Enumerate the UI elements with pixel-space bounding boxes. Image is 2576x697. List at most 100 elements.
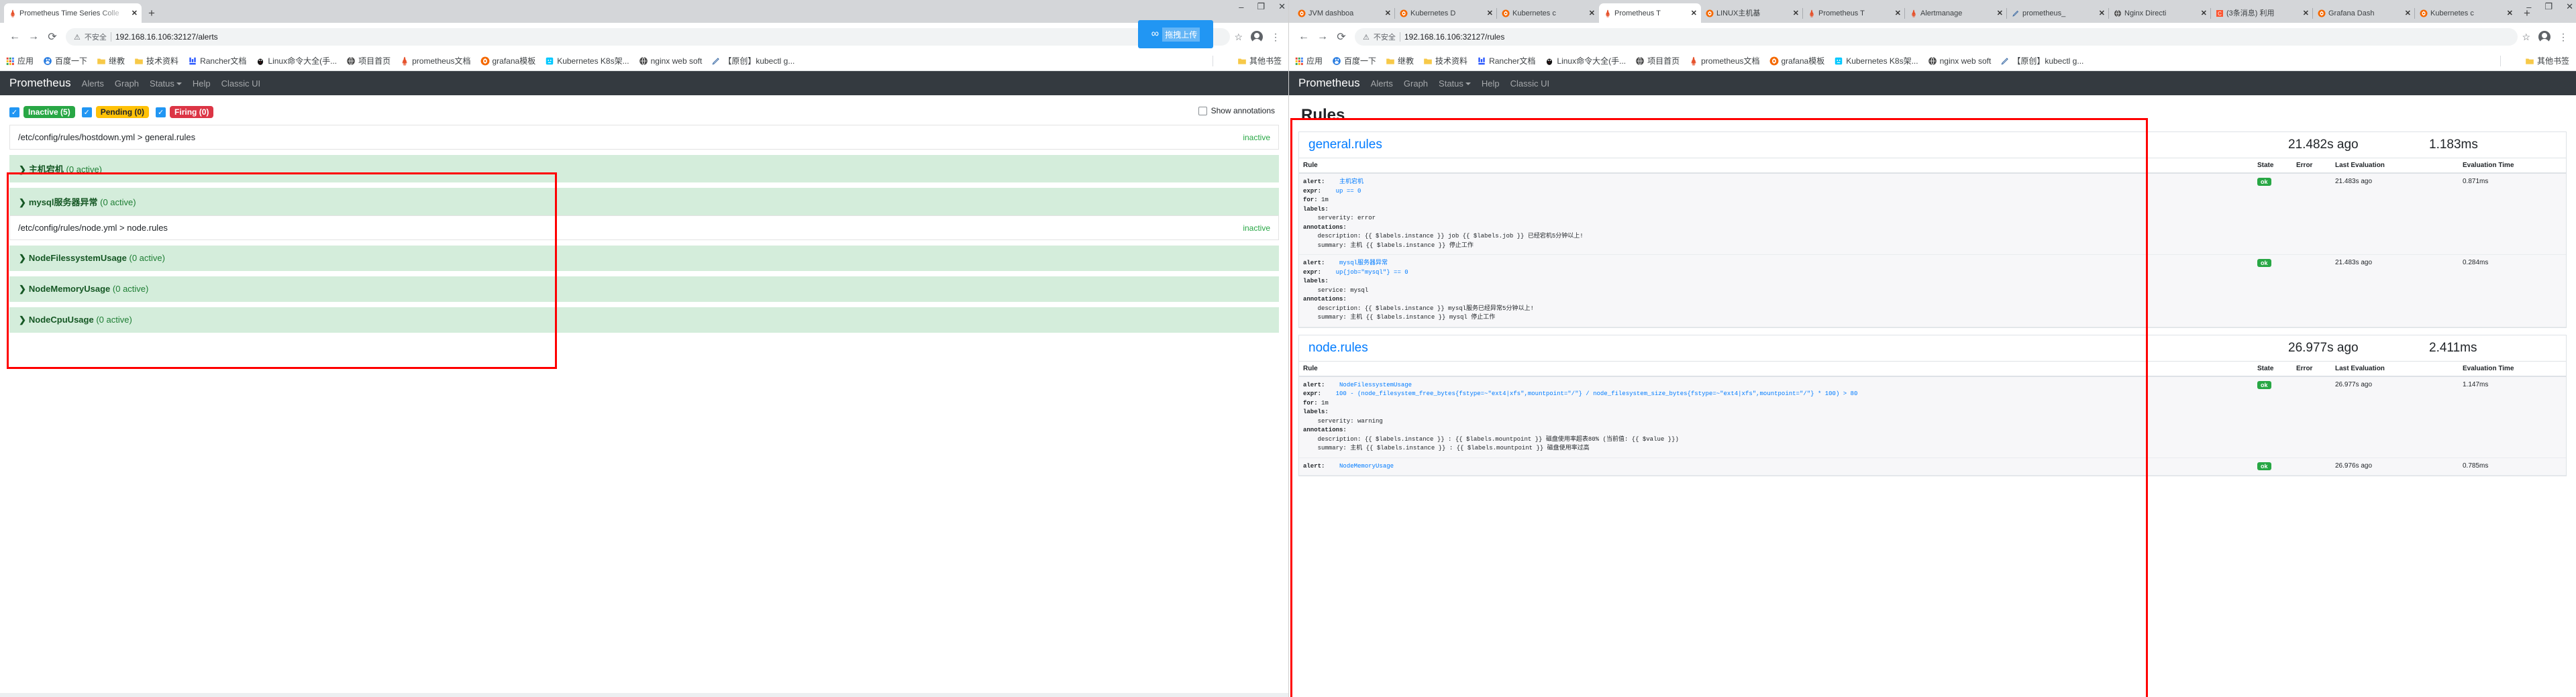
bookmark-item[interactable]: Rancher文档 [188,55,246,66]
bookmark-item[interactable]: 应用 [1294,55,1323,66]
rule-group-name[interactable]: general.rules [1308,138,2288,152]
checkbox-checked-icon[interactable]: ✓ [81,107,92,117]
filter-firing[interactable]: ✓ Firing (0) [156,106,214,118]
forward-icon[interactable]: → [1313,31,1332,43]
drag-upload-chip[interactable]: ∞ 拖拽上传 [1138,20,1213,48]
nav-status[interactable]: Status [150,78,182,89]
checkbox-checked-icon[interactable]: ✓ [156,107,166,117]
browser-tab[interactable]: Kubernetes c ✕ [2414,3,2517,23]
close-icon[interactable]: ✕ [1589,9,1595,17]
nav-graph[interactable]: Graph [115,78,139,89]
checkbox-checked-icon[interactable]: ✓ [9,107,19,117]
close-window-icon[interactable]: ✕ [2566,1,2573,12]
brand-label[interactable]: Prometheus [1298,76,1360,90]
filter-inactive[interactable]: ✓ Inactive (5) [9,106,75,118]
reload-icon[interactable]: ⟳ [1332,30,1351,44]
close-icon[interactable]: ✕ [1793,9,1799,17]
close-icon[interactable]: ✕ [2405,9,2411,17]
bookmark-item[interactable]: Linux命令大全(手... [256,55,337,66]
close-icon[interactable]: ✕ [2507,9,2513,17]
minimize-icon[interactable]: – [1239,2,1243,12]
maximize-icon[interactable]: ❐ [2544,1,2553,12]
browser-tab[interactable]: LINUX主机基 ✕ [1701,3,1803,23]
alert-rule-row[interactable]: ❯ NodeCpuUsage (0 active) [9,307,1279,333]
bookmark-item[interactable]: Kubernetes K8s架... [1834,55,1918,66]
new-tab-button[interactable]: + [142,7,162,23]
bookmark-item[interactable]: prometheus文档 [1689,55,1760,66]
back-icon[interactable]: ← [1294,31,1313,43]
bookmark-item[interactable]: 百度一下 [43,55,87,66]
nav-classic-ui[interactable]: Classic UI [221,78,261,89]
back-icon[interactable]: ← [5,31,24,43]
show-annotations-toggle[interactable]: Show annotations [1198,106,1275,115]
nav-classic-ui[interactable]: Classic UI [1510,78,1550,89]
bookmark-star-icon[interactable]: ☆ [2522,32,2530,43]
bookmark-item[interactable]: nginx web soft [639,56,702,66]
menu-kebab-icon[interactable]: ⋮ [1271,32,1280,43]
bookmark-other-folder[interactable]: 其他书签 [2525,55,2569,66]
alert-rule-row[interactable]: ❯ NodeMemoryUsage (0 active) [9,276,1279,302]
nav-alerts[interactable]: Alerts [82,78,104,89]
forward-icon[interactable]: → [24,31,43,43]
avatar[interactable] [1251,31,1263,44]
bookmark-item[interactable]: prometheus文档 [400,55,471,66]
close-icon[interactable]: ✕ [1691,9,1697,17]
close-window-icon[interactable]: ✕ [1278,1,1286,12]
bookmark-item[interactable]: 技术资料 [1423,55,1467,66]
browser-tab[interactable]: prometheus_ ✕ [2006,3,2109,23]
close-icon[interactable]: ✕ [2303,9,2309,17]
minimize-icon[interactable]: – [2526,2,2531,12]
close-icon[interactable]: ✕ [1385,9,1391,17]
bookmark-star-icon[interactable]: ☆ [1234,32,1243,43]
bookmark-item[interactable]: 项目首页 [1635,55,1680,66]
checkbox[interactable] [1198,106,1207,115]
bookmark-item[interactable]: 继教 [1386,55,1414,66]
close-icon[interactable]: ✕ [1997,9,2003,17]
bookmark-item[interactable]: 【原创】kubectl g... [711,55,794,66]
browser-tab[interactable]: Grafana Dash ✕ [2312,3,2415,23]
rule-group-name[interactable]: node.rules [1308,341,2288,356]
bookmark-item[interactable]: nginx web soft [1928,56,1991,66]
alert-rule-row[interactable]: ❯ 主机宕机 (0 active) [9,155,1279,182]
brand-label[interactable]: Prometheus [9,76,71,90]
bookmark-item[interactable]: grafana模板 [480,55,535,66]
nav-graph[interactable]: Graph [1404,78,1428,89]
alert-rule-row[interactable]: ❯ NodeFilessystemUsage (0 active) [9,246,1279,271]
bookmark-item[interactable]: grafana模板 [1769,55,1824,66]
nav-status[interactable]: Status [1439,78,1471,89]
reload-icon[interactable]: ⟳ [43,30,62,44]
avatar[interactable] [2538,31,2551,44]
nav-help[interactable]: Help [1482,78,1500,89]
filter-pending[interactable]: ✓ Pending (0) [81,106,150,118]
nav-help[interactable]: Help [193,78,211,89]
address-bar[interactable]: ⚠ 不安全 192.168.16.106:32127/rules [1355,28,2518,46]
browser-tab[interactable]: Prometheus T ✕ [1599,3,1701,23]
close-icon[interactable]: ✕ [132,9,138,17]
close-icon[interactable]: ✕ [1487,9,1493,17]
bookmark-item[interactable]: 项目首页 [346,55,391,66]
bookmark-item[interactable]: Kubernetes K8s架... [545,55,629,66]
bookmark-item[interactable]: 继教 [97,55,125,66]
browser-tab[interactable]: Prometheus Time Series Colle ✕ [4,3,142,23]
bookmark-item[interactable]: 【原创】kubectl g... [2000,55,2083,66]
browser-tab[interactable]: Nginx Directi ✕ [2108,3,2211,23]
maximize-icon[interactable]: ❐ [1257,1,1265,12]
close-icon[interactable]: ✕ [2201,9,2207,17]
bookmark-other-folder[interactable]: 其他书签 [1237,55,1282,66]
browser-tab[interactable]: JVM dashboa ✕ [1293,3,1395,23]
browser-tab[interactable]: Kubernetes D ✕ [1394,3,1497,23]
bookmark-item[interactable]: 应用 [5,55,34,66]
bookmark-item[interactable]: Rancher文档 [1477,55,1535,66]
bookmark-item[interactable]: 百度一下 [1332,55,1376,66]
address-bar[interactable]: ⚠ 不安全 192.168.16.106:32127/alerts [66,28,1231,46]
browser-tab[interactable]: Prometheus T ✕ [1802,3,1905,23]
nav-alerts[interactable]: Alerts [1371,78,1393,89]
browser-tab[interactable]: C (3条消息) 利用 ✕ [2210,3,2313,23]
browser-tab[interactable]: Kubernetes c ✕ [1496,3,1599,23]
close-icon[interactable]: ✕ [1895,9,1901,17]
close-icon[interactable]: ✕ [2099,9,2105,17]
bookmark-item[interactable]: 技术资料 [134,55,178,66]
alert-rule-row[interactable]: ❯ mysql服务器异常 (0 active) [9,188,1279,215]
browser-tab[interactable]: Alertmanage ✕ [1904,3,2007,23]
bookmark-item[interactable]: Linux命令大全(手... [1545,55,1626,66]
